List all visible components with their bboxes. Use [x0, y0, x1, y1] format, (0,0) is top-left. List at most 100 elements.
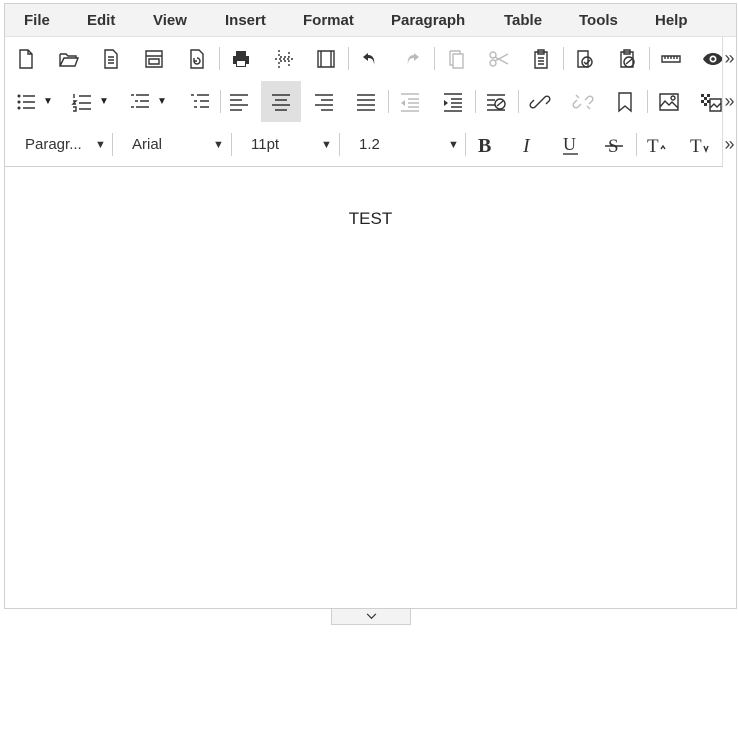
line-height-select[interactable]: 1.2 — [359, 131, 459, 158]
page-margins-icon — [317, 49, 335, 68]
align-right-icon — [315, 93, 333, 111]
page-break-icon — [275, 49, 293, 68]
rich-text-editor: File Edit View Insert Format Paragraph T… — [4, 3, 737, 609]
font-family-value: Arial — [132, 136, 163, 153]
svg-text:I: I — [522, 135, 531, 156]
block-format-value: Paragr... — [25, 136, 82, 153]
toolbar-more-button[interactable]: » — [722, 37, 736, 80]
font-size-select[interactable]: 11pt — [251, 131, 331, 158]
ruler-icon — [661, 54, 681, 63]
template-icon — [145, 49, 163, 68]
toolbar-more-button[interactable]: » — [722, 123, 736, 166]
new-document-icon — [19, 48, 33, 69]
chevron-down-icon — [366, 613, 376, 620]
separator — [475, 90, 476, 113]
italic-button[interactable]: I — [514, 129, 544, 160]
insert-image-button[interactable] — [654, 86, 684, 117]
separator — [465, 133, 466, 156]
editor-content-area[interactable]: TEST — [5, 167, 736, 608]
svg-text:B: B — [478, 135, 491, 156]
bold-button[interactable]: B — [471, 129, 501, 160]
undo-button[interactable] — [355, 43, 385, 74]
paste-special-button[interactable] — [570, 43, 600, 74]
bookmark-button[interactable] — [610, 86, 640, 117]
clipboard-icon — [534, 48, 548, 69]
toolbar-more-button[interactable]: » — [722, 80, 736, 123]
bullet-list-icon — [17, 94, 36, 109]
align-left-button[interactable] — [224, 86, 254, 117]
bullet-list-button[interactable]: ▼ — [13, 86, 55, 117]
separator — [219, 47, 220, 70]
insert-link-button[interactable] — [525, 86, 555, 117]
subscript-button[interactable]: T — [686, 129, 716, 160]
menu-help[interactable]: Help — [655, 12, 688, 29]
bold-icon: B — [478, 135, 491, 156]
remove-link-button[interactable] — [568, 86, 598, 117]
ruler-button[interactable] — [656, 43, 686, 74]
numbered-list-button[interactable]: ▼ — [69, 86, 111, 117]
underline-button[interactable]: U — [556, 129, 586, 160]
cut-button[interactable] — [484, 43, 514, 74]
outline-list-button[interactable] — [185, 86, 215, 117]
menu-insert[interactable]: Insert — [225, 12, 266, 29]
editor-expand-handle[interactable] — [331, 609, 411, 625]
chevron-down-icon: ▼ — [321, 139, 332, 151]
paste-format-button[interactable] — [612, 43, 642, 74]
menu-tools[interactable]: Tools — [579, 12, 618, 29]
strikethrough-button[interactable]: S — [599, 129, 629, 160]
margins-button[interactable] — [311, 43, 341, 74]
document-properties-button[interactable] — [96, 43, 126, 74]
restore-draft-button[interactable] — [182, 43, 212, 74]
restore-document-icon — [190, 48, 204, 69]
chevron-down-icon: ▼ — [448, 139, 459, 151]
menu-view[interactable]: View — [153, 12, 187, 29]
redo-button[interactable] — [397, 43, 427, 74]
separator — [112, 133, 113, 156]
open-button[interactable] — [54, 43, 84, 74]
separator — [563, 47, 564, 70]
print-button[interactable] — [226, 43, 256, 74]
page-break-button[interactable] — [269, 43, 299, 74]
document-text[interactable]: TEST — [5, 209, 736, 229]
superscript-button[interactable]: T — [643, 129, 673, 160]
multilevel-list-button[interactable]: ▼ — [127, 86, 169, 117]
outdent-button[interactable] — [395, 86, 425, 117]
paste-button[interactable] — [526, 43, 556, 74]
separator — [649, 47, 650, 70]
menu-format[interactable]: Format — [303, 12, 354, 29]
copy-icon — [449, 49, 464, 69]
menu-edit[interactable]: Edit — [87, 12, 115, 29]
eye-icon — [703, 52, 723, 65]
copy-button[interactable] — [441, 43, 471, 74]
separator — [434, 47, 435, 70]
align-center-button[interactable] — [261, 81, 301, 122]
align-center-icon — [272, 93, 290, 111]
outline-list-icon — [191, 93, 209, 108]
undo-icon — [363, 52, 375, 65]
separator — [636, 133, 637, 156]
template-button[interactable] — [139, 43, 169, 74]
block-format-select[interactable]: Paragr... — [25, 131, 105, 158]
link-icon — [529, 94, 551, 109]
svg-text:U: U — [563, 134, 576, 154]
toolbar-row-1: » — [5, 37, 735, 81]
bookmark-icon — [618, 91, 632, 112]
menu-file[interactable]: File — [24, 12, 50, 29]
chevron-down-icon: ▼ — [213, 139, 224, 151]
align-right-button[interactable] — [309, 86, 339, 117]
font-family-select[interactable]: Arial — [132, 131, 222, 158]
separator — [339, 133, 340, 156]
paragraph-format-button[interactable] — [481, 86, 511, 117]
paste-format-icon — [620, 48, 635, 68]
separator — [388, 90, 389, 113]
new-document-button[interactable] — [11, 43, 41, 74]
indent-icon — [444, 92, 462, 112]
menu-table[interactable]: Table — [504, 12, 542, 29]
justify-button[interactable] — [351, 86, 381, 117]
toolbar-row-2: ▼ ▼ ▼ » — [5, 80, 735, 124]
menu-bar: File Edit View Insert Format Paragraph T… — [5, 4, 736, 37]
scissors-icon — [489, 50, 509, 67]
indent-button[interactable] — [438, 86, 468, 117]
menu-paragraph[interactable]: Paragraph — [391, 12, 465, 29]
align-left-icon — [230, 93, 248, 111]
